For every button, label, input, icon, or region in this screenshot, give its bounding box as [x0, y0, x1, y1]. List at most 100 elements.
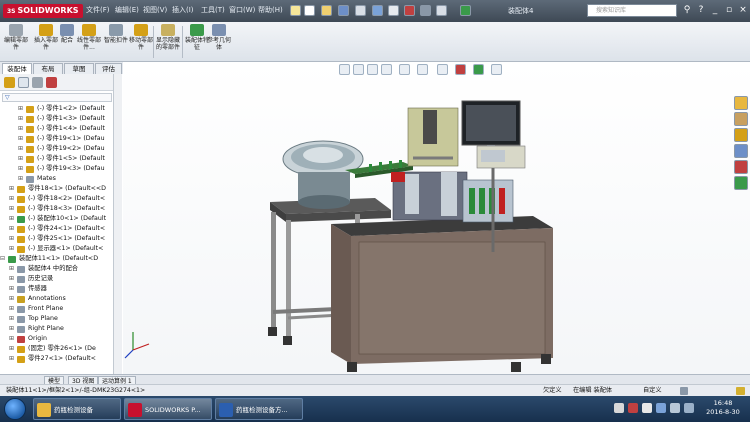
tree-item[interactable]: ⊞ (固定) 零件26<1> (De — [0, 344, 113, 354]
expand-icon[interactable]: ⊞ — [9, 194, 14, 204]
tree-item[interactable]: ⊞ Right Plane — [0, 324, 113, 334]
custom-properties-icon[interactable] — [734, 176, 748, 190]
tree-item[interactable]: ⊞ (-) 零件18<3> (Default< — [0, 204, 113, 214]
status-units[interactable]: 自定义 — [643, 385, 662, 396]
home-icon[interactable] — [734, 96, 748, 110]
menu-view[interactable]: 视图(V) — [143, 5, 167, 15]
rebuild-icon[interactable] — [404, 5, 415, 16]
open-icon[interactable] — [321, 5, 332, 16]
tree-item[interactable]: ⊞ Mates — [0, 174, 113, 184]
tree-item[interactable]: ⊞ Front Plane — [0, 304, 113, 314]
tree-item[interactable]: ⊟ 装配体11<1> (Default<D — [0, 254, 113, 264]
expand-icon[interactable]: ⊞ — [9, 184, 14, 194]
taskbar-item-folder[interactable]: 药瓶检测设备 — [33, 398, 121, 420]
tree-item[interactable]: ⊞ (-) 零件1<5> (Default — [0, 154, 113, 164]
tab-sketch[interactable]: 草图 — [64, 63, 94, 74]
view-icon[interactable] — [460, 5, 471, 16]
tree-item[interactable]: ⊞ (-) 零件18<2> (Default< — [0, 194, 113, 204]
property-manager-icon[interactable] — [18, 77, 29, 88]
menu-help[interactable]: 帮助(H) — [258, 5, 283, 15]
tree-item[interactable]: ⊞ 零件27<1> (Default< — [0, 354, 113, 364]
tree-item[interactable]: ⊞ (-) 零件1<3> (Default — [0, 114, 113, 124]
expand-icon[interactable]: ⊞ — [9, 304, 14, 314]
tree-item[interactable]: ⊞ (-) 零件1<4> (Default — [0, 124, 113, 134]
expand-icon[interactable]: ⊞ — [9, 294, 14, 304]
menu-edit[interactable]: 编辑(E) — [115, 5, 139, 15]
save-icon[interactable] — [338, 5, 349, 16]
minimize-button[interactable]: _ — [708, 3, 722, 17]
taskbar-item-solidworks[interactable]: SOLIDWORKS P... — [124, 398, 212, 420]
tree-item[interactable]: ⊞ (-) 零件19<2> (Defau — [0, 144, 113, 154]
tree-item[interactable]: ⊞ Top Plane — [0, 314, 113, 324]
display-manager-icon[interactable] — [46, 77, 57, 88]
print-icon[interactable] — [355, 5, 366, 16]
close-button[interactable]: × — [736, 3, 750, 17]
appearances-icon[interactable] — [734, 160, 748, 174]
expand-icon[interactable]: ⊞ — [9, 274, 14, 284]
expand-icon[interactable]: ⊞ — [18, 124, 23, 134]
tree-item[interactable]: ⊞ (-) 零件25<1> (Default< — [0, 234, 113, 244]
smart-fastener-button[interactable]: 智能扣件 — [102, 24, 130, 60]
tree-item[interactable]: ⊞ Origin — [0, 334, 113, 344]
expand-icon[interactable]: ⊞ — [9, 314, 14, 324]
feature-manager-icon[interactable] — [4, 77, 15, 88]
tray-app-icon[interactable] — [628, 403, 638, 413]
tree-item[interactable]: ⊞ 传感器 — [0, 284, 113, 294]
expand-icon[interactable]: ⊞ — [9, 244, 14, 254]
tree-item[interactable]: ⊞ (-) 零件19<1> (Defau — [0, 134, 113, 144]
expand-icon[interactable]: ⊞ — [9, 354, 14, 364]
expand-icon[interactable]: ⊞ — [18, 164, 23, 174]
tree-item[interactable]: ⊞ 装配体4 中的配合 — [0, 264, 113, 274]
expand-icon[interactable]: ⊞ — [18, 154, 23, 164]
expand-icon[interactable]: ⊞ — [18, 174, 23, 184]
rebuild-status-icon[interactable] — [736, 387, 745, 395]
search-icon[interactable]: ⚲ — [680, 3, 694, 17]
show-hidden-button[interactable]: 显示隐藏的零部件 — [155, 24, 181, 60]
tray-flag-icon[interactable] — [642, 403, 652, 413]
expand-icon[interactable]: ⊞ — [9, 344, 14, 354]
select-icon[interactable] — [388, 5, 399, 16]
expand-icon[interactable]: ⊞ — [9, 334, 14, 344]
menu-insert[interactable]: 插入(I) — [172, 5, 194, 15]
tray-chevron-icon[interactable] — [684, 403, 694, 413]
solidworks-logo[interactable]: 3S SOLIDWORKS — [3, 4, 83, 18]
new-document-icon[interactable] — [304, 5, 315, 16]
tray-volume-icon[interactable] — [670, 403, 680, 413]
menu-file[interactable]: 文件(F) — [86, 5, 110, 15]
expand-icon[interactable]: ⊞ — [18, 134, 23, 144]
tree-filter[interactable]: ▽ — [2, 93, 112, 102]
help-icon[interactable]: ? — [694, 3, 708, 17]
file-properties-icon[interactable] — [420, 5, 431, 16]
menu-tools[interactable]: 工具(T) — [201, 5, 225, 15]
expand-icon[interactable]: ⊞ — [9, 204, 14, 214]
tray-language-icon[interactable] — [614, 403, 624, 413]
expand-icon[interactable]: ⊞ — [18, 104, 23, 114]
tree-item[interactable]: ⊞ 历史记录 — [0, 274, 113, 284]
tree-item[interactable]: ⊞ (-) 零件19<3> (Defau — [0, 164, 113, 174]
undo-icon[interactable] — [372, 5, 383, 16]
tab-layout[interactable]: 布局 — [33, 63, 63, 74]
menu-window[interactable]: 窗口(W) — [229, 5, 255, 15]
tree-scrollbar[interactable] — [113, 74, 122, 374]
tree-item[interactable]: ⊞ (-) 装配体10<1> (Default — [0, 214, 113, 224]
tray-network-icon[interactable] — [656, 403, 666, 413]
file-explorer-icon[interactable] — [734, 128, 748, 142]
configuration-manager-icon[interactable] — [32, 77, 43, 88]
graphics-area[interactable] — [123, 62, 750, 374]
tree-item[interactable]: ⊞ (-) 零件1<2> (Default — [0, 104, 113, 114]
restore-button[interactable]: ▫ — [722, 3, 736, 17]
taskbar-item-word[interactable]: 药瓶检测设备方... — [215, 398, 303, 420]
tab-assembly[interactable]: 装配体 — [2, 63, 32, 74]
expand-icon[interactable]: ⊞ — [9, 214, 14, 224]
design-library-icon[interactable] — [734, 112, 748, 126]
expand-icon[interactable]: ⊞ — [18, 144, 23, 154]
view-palette-icon[interactable] — [734, 144, 748, 158]
tree-item[interactable]: ⊞ 零件18<1> (Default<<D — [0, 184, 113, 194]
linear-pattern-button[interactable]: 线性零部件... — [76, 24, 102, 60]
options-icon[interactable] — [436, 5, 447, 16]
search-input[interactable]: 搜索知识库 — [587, 4, 677, 17]
pin-icon[interactable] — [290, 5, 301, 16]
expand-icon[interactable]: ⊞ — [9, 284, 14, 294]
edit-component-button[interactable]: 编辑零部件 — [2, 24, 30, 60]
expand-icon[interactable]: ⊞ — [9, 224, 14, 234]
